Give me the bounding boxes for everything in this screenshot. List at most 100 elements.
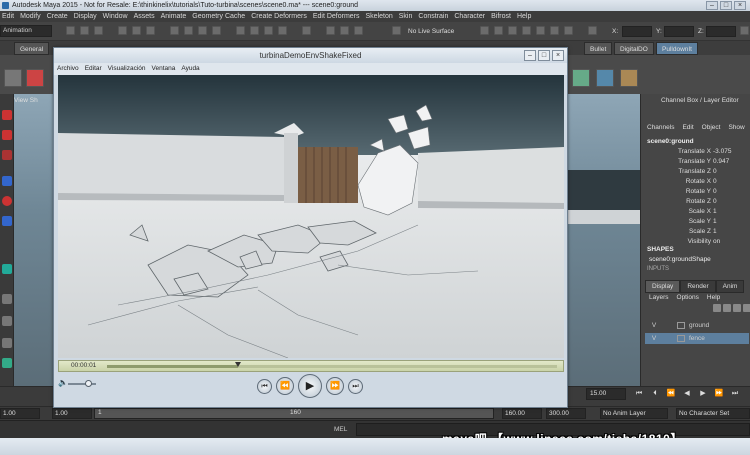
menu-set-dropdown[interactable]: Animation [0, 25, 52, 37]
fast-forward-icon[interactable]: ⏩ [326, 377, 344, 395]
layer-menu-layers[interactable]: Layers [649, 294, 669, 301]
menu-display[interactable]: Display [74, 13, 97, 20]
step-back-key-icon[interactable]: ⏪ [666, 389, 676, 399]
render-icon[interactable] [250, 26, 259, 35]
play-backward-icon[interactable]: ◀ [682, 389, 692, 399]
move-layer-down-icon[interactable] [743, 304, 750, 312]
save-scene-icon[interactable] [94, 26, 103, 35]
ipr-render-icon[interactable] [264, 26, 273, 35]
layer-visibility-toggle[interactable]: V [649, 333, 659, 344]
layer-name[interactable]: fence [689, 333, 705, 344]
shelf-dynamics-icon[interactable] [596, 69, 614, 87]
outliner-layout-icon[interactable] [2, 338, 12, 348]
relationship-icon[interactable] [550, 26, 559, 35]
layer-color-swatch[interactable] [677, 322, 685, 329]
menu-animate[interactable]: Animate [161, 13, 187, 20]
attr-scale-y[interactable]: Scale Y1 [641, 218, 750, 228]
layer-menu-options[interactable]: Options [677, 294, 699, 301]
player-menu-ayuda[interactable]: Ayuda [181, 63, 199, 75]
uv-editor-icon[interactable] [564, 26, 573, 35]
play-icon[interactable]: ▶ [298, 374, 322, 398]
attribute-editor-icon[interactable] [494, 26, 503, 35]
shape-node-name[interactable]: scene0:groundShape [649, 256, 711, 263]
cb-menu-channels[interactable]: Channels [647, 124, 674, 131]
video-timeline[interactable]: 00:00:01 [58, 360, 564, 372]
shelf-tool-icon[interactable] [26, 69, 44, 87]
render-settings-icon[interactable] [278, 26, 287, 35]
shelf-fracture-icon[interactable] [620, 69, 638, 87]
attr-rotate-x[interactable]: Rotate X0 [641, 178, 750, 188]
cb-menu-show[interactable]: Show [728, 124, 744, 131]
channel-box-toggle-icon[interactable] [740, 26, 749, 35]
menu-skin[interactable]: Skin [399, 13, 413, 20]
video-progress-track[interactable] [107, 362, 557, 368]
player-minimize-button[interactable]: – [524, 50, 536, 61]
menu-create-deformers[interactable]: Create Deformers [251, 13, 307, 20]
outliner-icon[interactable] [508, 26, 517, 35]
show-manipulator-icon[interactable] [2, 264, 12, 274]
select-hierarchy-icon[interactable] [118, 26, 127, 35]
character-set-dropdown[interactable]: No Character Set [676, 408, 750, 419]
move-tool-icon[interactable] [2, 176, 12, 186]
menu-assets[interactable]: Assets [134, 13, 155, 20]
paint-select-tool-icon[interactable] [2, 150, 12, 160]
move-layer-up-icon[interactable] [733, 304, 741, 312]
volume-slider[interactable] [68, 380, 96, 387]
minimize-button[interactable]: – [706, 1, 718, 10]
magnet-icon[interactable] [326, 26, 335, 35]
playback-start-field[interactable]: 1.00 [52, 408, 92, 419]
go-to-end-icon[interactable]: ⏭ [730, 389, 740, 399]
mel-label[interactable]: MEL [334, 426, 347, 433]
attr-translate-z[interactable]: Translate Z0 [641, 168, 750, 178]
layer-name[interactable]: ground [689, 320, 709, 331]
select-component-icon[interactable] [146, 26, 155, 35]
layer-row-fence[interactable]: V fence [645, 333, 749, 344]
menu-window[interactable]: Window [103, 13, 128, 20]
menu-constrain[interactable]: Constrain [418, 13, 448, 20]
scale-tool-icon[interactable] [2, 216, 12, 226]
anim-layer-dropdown[interactable]: No Anim Layer [600, 408, 668, 419]
player-close-button[interactable]: × [552, 50, 564, 61]
attr-scale-x[interactable]: Scale X1 [641, 208, 750, 218]
player-menu-visualizacion[interactable]: Visualización [108, 63, 146, 75]
snap-view-icon[interactable] [340, 26, 349, 35]
menu-modify[interactable]: Modify [20, 13, 41, 20]
menu-edit-deformers[interactable]: Edit Deformers [313, 13, 360, 20]
shelf-tab-digitaldo[interactable]: DigitalDO [614, 42, 654, 55]
playback-end-field[interactable]: 160.00 [502, 408, 542, 419]
coord-x-input[interactable] [622, 26, 652, 37]
menu-character[interactable]: Character [454, 13, 485, 20]
cb-menu-edit[interactable]: Edit [682, 124, 693, 131]
previous-chapter-icon[interactable]: ⏮ [257, 379, 272, 394]
player-menu-archivo[interactable]: Archivo [57, 63, 79, 75]
next-chapter-icon[interactable]: ⏭ [348, 379, 363, 394]
single-pane-layout-icon[interactable] [2, 294, 12, 304]
animation-start-field[interactable]: 1.00 [0, 408, 40, 419]
select-tool-icon[interactable] [2, 110, 12, 120]
menu-bifrost[interactable]: Bifrost [491, 13, 511, 20]
animation-end-field[interactable]: 300.00 [546, 408, 586, 419]
shelf-shatter-icon[interactable] [572, 69, 590, 87]
menu-help[interactable]: Help [517, 13, 531, 20]
menu-edit[interactable]: Edit [2, 13, 14, 20]
go-to-start-icon[interactable]: ⏮ [634, 389, 644, 399]
lasso-tool-icon[interactable] [2, 130, 12, 140]
select-object-icon[interactable] [132, 26, 141, 35]
transform-mode-icon[interactable] [588, 26, 597, 35]
maximize-button[interactable]: □ [720, 1, 732, 10]
history-icon[interactable] [236, 26, 245, 35]
menu-create[interactable]: Create [47, 13, 68, 20]
attr-translate-x[interactable]: Translate X -3.075 [641, 148, 750, 158]
layer-visibility-toggle[interactable]: V [649, 320, 659, 331]
snap-point-icon[interactable] [198, 26, 207, 35]
snap-plane-icon[interactable] [212, 26, 221, 35]
cb-menu-object[interactable]: Object [702, 124, 721, 131]
speaker-icon[interactable]: 🔈 [58, 378, 68, 387]
player-maximize-button[interactable]: □ [538, 50, 550, 61]
new-layer-icon[interactable] [713, 304, 721, 312]
attr-rotate-y[interactable]: Rotate Y0 [641, 188, 750, 198]
layer-tab-display[interactable]: Display [645, 280, 681, 293]
new-layer-selected-icon[interactable] [723, 304, 731, 312]
play-forward-icon[interactable]: ▶ [698, 389, 708, 399]
step-back-icon[interactable]: ⏴ [650, 389, 660, 399]
